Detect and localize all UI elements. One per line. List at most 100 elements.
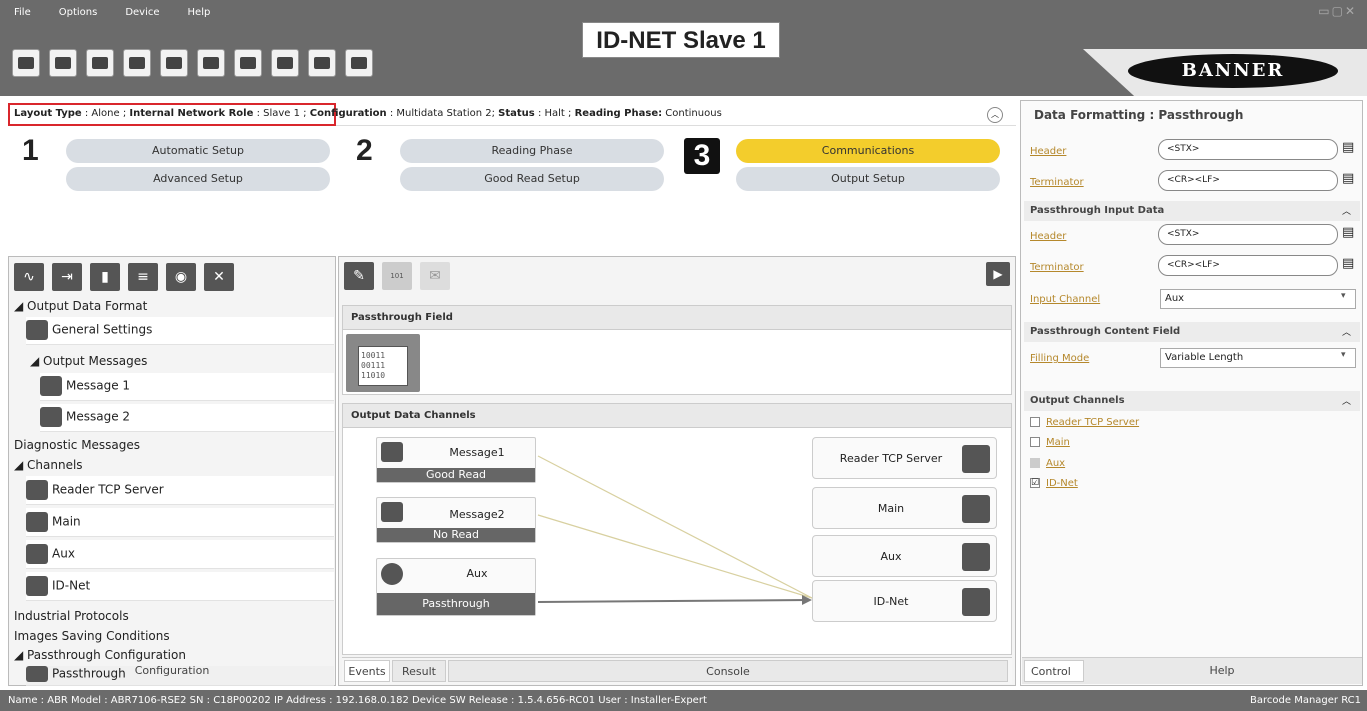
mail-icon[interactable]: ✉ bbox=[420, 262, 450, 290]
filling-mode-select[interactable]: Variable Length bbox=[1160, 348, 1356, 368]
terminator-label[interactable]: Terminator bbox=[1030, 177, 1084, 188]
binary-field-icon: 10011 00111 11010 bbox=[358, 346, 408, 386]
input-data-section[interactable]: Passthrough Input Data bbox=[1024, 201, 1360, 221]
tree-diagnostic-messages[interactable]: Diagnostic Messages bbox=[14, 438, 140, 452]
export-config-icon[interactable] bbox=[271, 49, 299, 77]
tab-control[interactable]: Control bbox=[1024, 660, 1084, 682]
load-config-icon[interactable] bbox=[234, 49, 262, 77]
device-icon[interactable] bbox=[12, 49, 40, 77]
menu-device[interactable]: Device bbox=[111, 0, 173, 24]
header-field[interactable]: <STX> bbox=[1158, 139, 1338, 160]
user-settings-icon[interactable] bbox=[86, 49, 114, 77]
window-title: ID-NET Slave 1 bbox=[582, 22, 780, 58]
tab-configuration[interactable]: Configuration bbox=[10, 660, 334, 682]
channel-main[interactable]: Main bbox=[812, 487, 997, 529]
menu-options[interactable]: Options bbox=[45, 0, 112, 24]
plug-icon bbox=[962, 543, 990, 571]
tab-help[interactable]: Help bbox=[1086, 660, 1358, 682]
tree-id-net[interactable]: ID-Net bbox=[26, 572, 334, 601]
tree-output-data-format[interactable]: ◢ Output Data Format bbox=[14, 299, 147, 313]
message-icon bbox=[40, 407, 62, 427]
communications-button[interactable]: Communications bbox=[736, 139, 1000, 163]
oc-idnet[interactable]: ☑ ID-Net bbox=[1030, 475, 1078, 489]
chevron-up-icon[interactable]: ︿ bbox=[1342, 394, 1351, 407]
dropdown-arrow-icon[interactable]: ▾ bbox=[1341, 350, 1346, 360]
good-read-setup-button[interactable]: Good Read Setup bbox=[400, 167, 664, 191]
edit-list-icon[interactable]: ▤ bbox=[1342, 225, 1354, 240]
oc-main-checkbox[interactable] bbox=[1030, 436, 1040, 447]
channel-reader-tcp[interactable]: Reader TCP Server bbox=[812, 437, 997, 479]
input-terminator-field[interactable]: <CR><LF> bbox=[1158, 255, 1338, 276]
input-channel-select[interactable]: Aux bbox=[1160, 289, 1356, 309]
play-icon[interactable]: ▶ bbox=[986, 262, 1010, 286]
chevron-up-icon[interactable]: ︿ bbox=[1342, 325, 1351, 338]
output-channels-section[interactable]: Output Channels bbox=[1024, 391, 1360, 411]
input-terminator-label[interactable]: Terminator bbox=[1030, 262, 1084, 273]
edit-list-icon[interactable]: ▤ bbox=[1342, 140, 1354, 155]
properties-title: Data Formatting : Passthrough bbox=[1034, 108, 1244, 122]
tree-industrial-protocols[interactable]: Industrial Protocols bbox=[14, 609, 129, 623]
tab-result[interactable]: Result bbox=[392, 660, 446, 682]
collapse-icon[interactable]: ︿ bbox=[987, 107, 1003, 123]
reading-phase-button[interactable]: Reading Phase bbox=[400, 139, 664, 163]
tab-events[interactable]: Events bbox=[344, 660, 390, 682]
import-icon[interactable]: ⇥ bbox=[52, 263, 82, 291]
terminator-field[interactable]: <CR><LF> bbox=[1158, 170, 1338, 191]
oc-idnet-checkbox[interactable]: ☑ bbox=[1030, 477, 1040, 488]
tree-reader-tcp-server[interactable]: Reader TCP Server bbox=[26, 476, 334, 505]
automatic-setup-button[interactable]: Automatic Setup bbox=[66, 139, 330, 163]
delete-icon[interactable]: ✕ bbox=[204, 263, 234, 291]
tree-output-messages[interactable]: ◢ Output Messages bbox=[30, 354, 147, 368]
find-device-icon[interactable] bbox=[49, 49, 77, 77]
message2-node[interactable]: Message2 No Read bbox=[376, 497, 536, 543]
send-config-icon[interactable] bbox=[160, 49, 188, 77]
output-setup-button[interactable]: Output Setup bbox=[736, 167, 1000, 191]
aux-node[interactable]: Aux Passthrough bbox=[376, 558, 536, 616]
input-header-label[interactable]: Header bbox=[1030, 231, 1066, 242]
input-header-field[interactable]: <STX> bbox=[1158, 224, 1338, 245]
channel-id-net[interactable]: ID-Net bbox=[812, 580, 997, 622]
save-device-icon[interactable] bbox=[308, 49, 336, 77]
binary-icon[interactable]: 101 bbox=[382, 262, 412, 290]
message1-node[interactable]: Message1 Good Read bbox=[376, 437, 536, 483]
tree-message-1[interactable]: Message 1 bbox=[40, 373, 334, 401]
aux-node-status: Passthrough bbox=[377, 593, 535, 615]
passthrough-icon[interactable]: ◉ bbox=[166, 263, 196, 291]
edit-list-icon[interactable]: ▤ bbox=[1342, 171, 1354, 186]
input-channel-label[interactable]: Input Channel bbox=[1030, 294, 1100, 305]
oc-reader-tcp[interactable]: Reader TCP Server bbox=[1030, 414, 1139, 428]
message1-status: Good Read bbox=[377, 468, 535, 482]
plug-icon[interactable]: ▮ bbox=[90, 263, 120, 291]
tree-channels[interactable]: ◢ Channels bbox=[14, 458, 83, 472]
menu-file[interactable]: File bbox=[0, 0, 45, 24]
advanced-setup-button[interactable]: Advanced Setup bbox=[66, 167, 330, 191]
tab-console[interactable]: Console bbox=[448, 660, 1008, 682]
window-icon[interactable] bbox=[123, 49, 151, 77]
dropdown-arrow-icon[interactable]: ▾ bbox=[1341, 291, 1346, 301]
header-label[interactable]: Header bbox=[1030, 146, 1066, 157]
tree-aux[interactable]: Aux bbox=[26, 540, 334, 569]
tree-main[interactable]: Main bbox=[26, 508, 334, 537]
oc-aux[interactable]: Aux bbox=[1030, 455, 1065, 469]
content-field-section[interactable]: Passthrough Content Field bbox=[1024, 322, 1360, 342]
menu-help[interactable]: Help bbox=[174, 0, 225, 24]
save-config-icon[interactable] bbox=[197, 49, 225, 77]
tree-id-net-label: ID-Net bbox=[52, 578, 91, 593]
document-icon[interactable]: ≡ bbox=[128, 263, 158, 291]
filling-mode-label[interactable]: Filling Mode bbox=[1030, 353, 1089, 364]
window-controls[interactable]: ▭▢✕ bbox=[1318, 4, 1357, 18]
device-info: Name : ABR Model : ABR7106-RSE2 SN : C18… bbox=[8, 695, 707, 706]
pulse-icon[interactable]: ∿ bbox=[14, 263, 44, 291]
oc-reader-tcp-checkbox[interactable] bbox=[1030, 416, 1040, 427]
oc-main[interactable]: Main bbox=[1030, 434, 1070, 448]
passthrough-icon bbox=[381, 563, 403, 585]
edit-icon[interactable]: ✎ bbox=[344, 262, 374, 290]
tree-message-2[interactable]: Message 2 bbox=[40, 404, 334, 432]
channel-aux[interactable]: Aux bbox=[812, 535, 997, 577]
network-icon[interactable] bbox=[345, 49, 373, 77]
binary-field-tile[interactable]: 10011 00111 11010 bbox=[346, 334, 420, 392]
tree-general-settings[interactable]: General Settings bbox=[26, 317, 334, 345]
tree-images-saving[interactable]: Images Saving Conditions bbox=[14, 629, 170, 643]
chevron-up-icon[interactable]: ︿ bbox=[1342, 204, 1351, 217]
edit-list-icon[interactable]: ▤ bbox=[1342, 256, 1354, 271]
